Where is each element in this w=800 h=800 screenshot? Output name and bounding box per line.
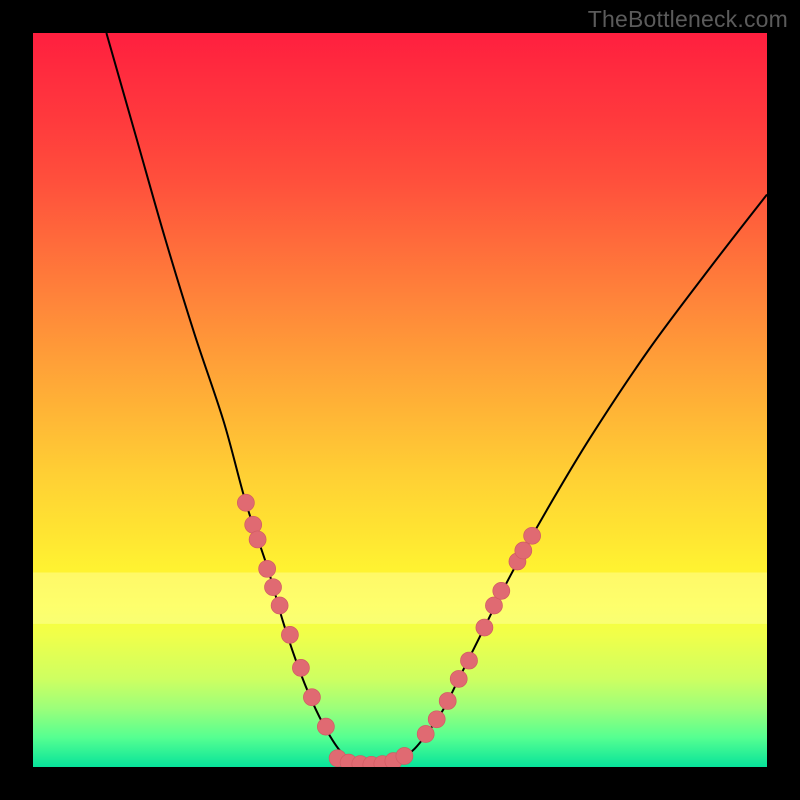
data-point [417, 725, 434, 742]
data-point [461, 652, 478, 669]
data-point [259, 560, 276, 577]
watermark-text: TheBottleneck.com [588, 6, 788, 33]
data-point [237, 494, 254, 511]
bands-layer [33, 572, 767, 623]
data-point [428, 711, 445, 728]
chart-canvas: TheBottleneck.com [0, 0, 800, 800]
bottleneck-curve [106, 33, 767, 766]
data-point [515, 542, 532, 559]
data-point [450, 670, 467, 687]
data-point [303, 689, 320, 706]
data-point [439, 692, 456, 709]
data-point [281, 626, 298, 643]
data-point [524, 527, 541, 544]
data-point [476, 619, 493, 636]
data-point [493, 582, 510, 599]
data-point [271, 597, 288, 614]
data-point [245, 516, 262, 533]
chart-svg [33, 33, 767, 767]
markers-layer [237, 494, 540, 767]
data-point [265, 579, 282, 596]
pale-band [33, 572, 767, 623]
data-point [396, 747, 413, 764]
plot-area [33, 33, 767, 767]
data-point [317, 718, 334, 735]
data-point [292, 659, 309, 676]
data-point [249, 531, 266, 548]
